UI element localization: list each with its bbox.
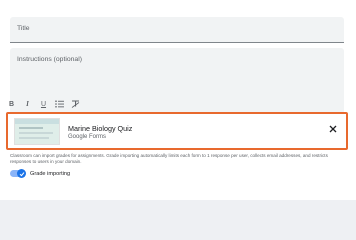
- italic-button[interactable]: I: [23, 100, 32, 109]
- attachment-title[interactable]: Marine Biology Quiz: [68, 124, 132, 133]
- grade-importing-toggle[interactable]: [10, 169, 26, 178]
- title-field[interactable]: Title: [10, 17, 344, 43]
- attachment-card[interactable]: Marine Biology Quiz Google Forms: [6, 112, 348, 150]
- grade-importing-row: Grade importing: [10, 169, 71, 178]
- instructions-placeholder: Instructions (optional): [17, 56, 82, 63]
- toggle-knob: [17, 169, 26, 178]
- formatting-toolbar: B I U: [7, 99, 80, 109]
- underline-label: U: [40, 100, 47, 108]
- grade-importing-label: Grade importing: [30, 170, 71, 177]
- bold-button[interactable]: B: [7, 100, 16, 109]
- bold-label: B: [8, 100, 15, 108]
- check-icon: [19, 171, 24, 176]
- close-icon[interactable]: [328, 125, 338, 135]
- grade-import-note: Classroom can import grades for assignme…: [10, 153, 328, 164]
- italic-label: I: [26, 100, 29, 108]
- bulleted-list-icon[interactable]: [55, 100, 64, 109]
- title-placeholder: Title: [17, 25, 30, 32]
- underline-button[interactable]: U: [39, 100, 48, 109]
- assignment-card: Title Instructions (optional) B I U Mari…: [0, 0, 356, 200]
- clear-formatting-icon[interactable]: [71, 100, 80, 109]
- attachment-subtitle: Google Forms: [68, 134, 107, 140]
- form-thumbnail: [14, 118, 60, 145]
